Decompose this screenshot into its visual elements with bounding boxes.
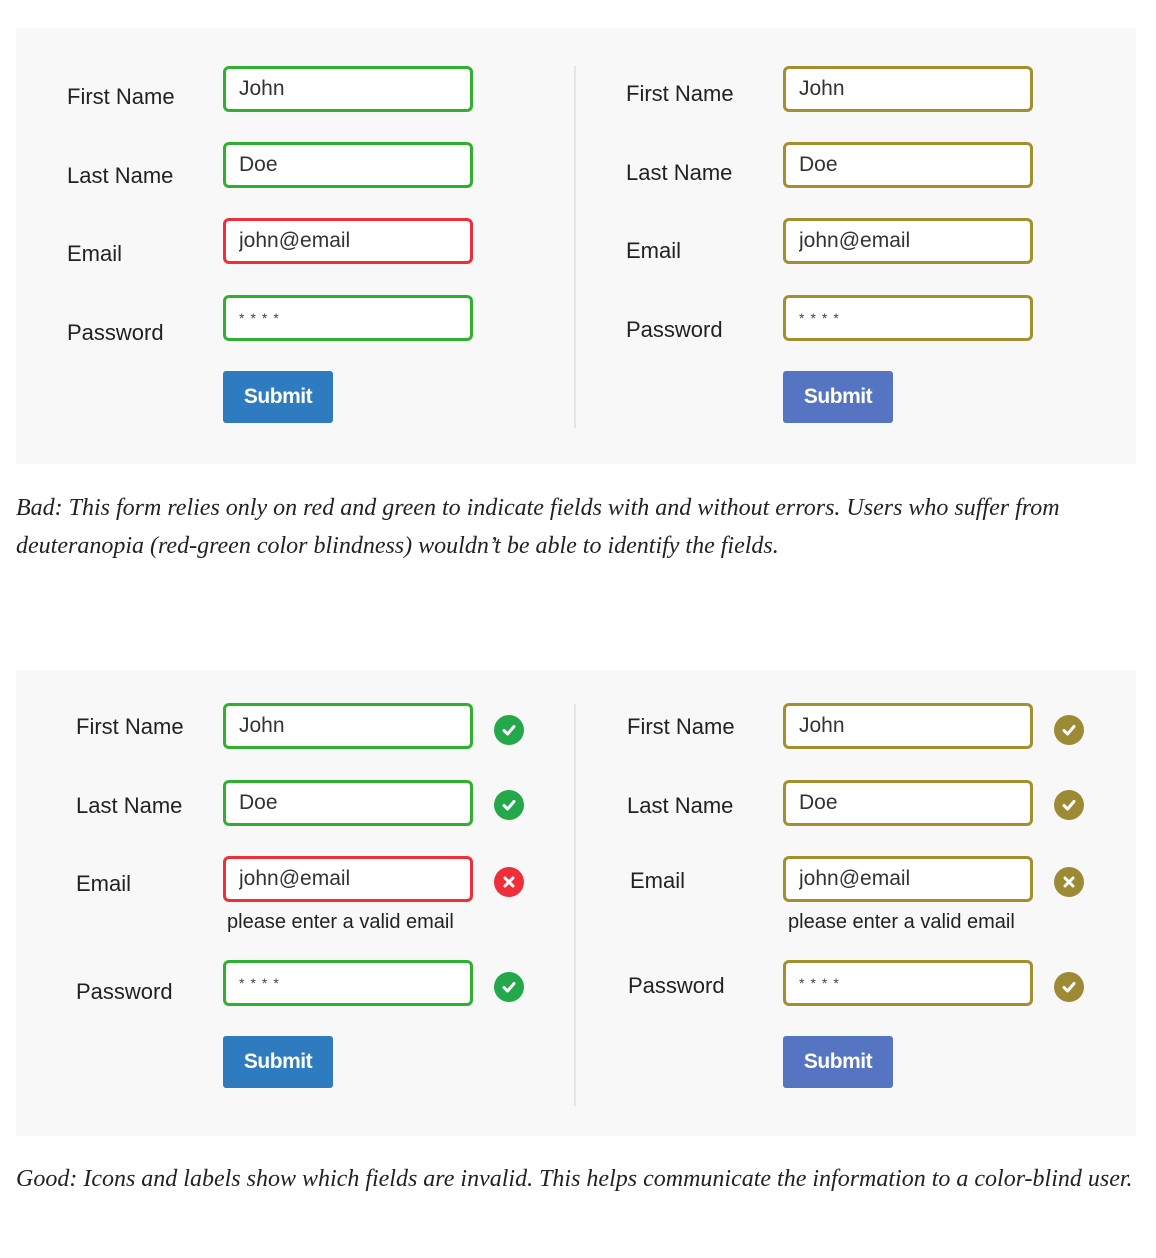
password-field[interactable] — [783, 960, 1033, 1006]
check-circle-icon — [1054, 715, 1084, 745]
panel-divider — [574, 66, 576, 428]
last-name-input[interactable] — [226, 783, 470, 823]
first-name-input[interactable] — [226, 706, 470, 746]
panel-divider — [574, 704, 576, 1106]
last-name-label: Last Name — [67, 163, 174, 188]
email-field[interactable] — [783, 856, 1033, 902]
email-error-message: please enter a valid email — [788, 911, 1015, 933]
first-name-input[interactable] — [226, 69, 470, 109]
password-field[interactable] — [223, 295, 473, 341]
check-circle-icon — [1054, 972, 1084, 1002]
first-name-field[interactable] — [783, 703, 1033, 749]
last-name-input[interactable] — [786, 783, 1030, 823]
check-circle-icon — [494, 790, 524, 820]
first-name-field[interactable] — [783, 66, 1033, 112]
last-name-field[interactable] — [223, 780, 473, 826]
password-input[interactable] — [786, 298, 1030, 338]
last-name-label: Last Name — [627, 793, 734, 818]
password-label: Password — [67, 320, 164, 345]
email-input[interactable] — [786, 221, 1030, 261]
email-field[interactable] — [223, 856, 473, 902]
good-example-panel: First Name Last Name Email please enter … — [16, 670, 1136, 1136]
password-input[interactable] — [226, 963, 470, 1003]
first-name-label: First Name — [627, 714, 735, 739]
password-label: Password — [76, 979, 173, 1004]
first-name-field[interactable] — [223, 703, 473, 749]
email-field[interactable] — [223, 218, 473, 264]
email-label: Email — [630, 868, 686, 893]
password-input[interactable] — [786, 963, 1030, 1003]
check-circle-icon — [494, 715, 524, 745]
password-input[interactable] — [226, 298, 470, 338]
submit-button[interactable]: Submit — [783, 371, 893, 423]
last-name-field[interactable] — [783, 142, 1033, 188]
good-example-caption: Good: Icons and labels show which fields… — [16, 1166, 1133, 1192]
first-name-input[interactable] — [786, 706, 1030, 746]
submit-button[interactable]: Submit — [223, 1036, 333, 1088]
x-circle-icon — [494, 867, 524, 897]
password-label: Password — [626, 317, 723, 342]
bad-example-caption: Bad: This form relies only on red and gr… — [16, 495, 1060, 559]
bad-example-panel: First Name Last Name Email Password Subm… — [16, 28, 1136, 464]
last-name-label: Last Name — [626, 160, 733, 185]
email-field[interactable] — [783, 218, 1033, 264]
last-name-field[interactable] — [783, 780, 1033, 826]
email-input[interactable] — [226, 221, 470, 261]
check-circle-icon — [1054, 790, 1084, 820]
email-label: Email — [67, 241, 123, 266]
email-label: Email — [626, 238, 682, 263]
first-name-label: First Name — [67, 84, 175, 109]
password-field[interactable] — [223, 960, 473, 1006]
first-name-label: First Name — [76, 714, 184, 739]
first-name-label: First Name — [626, 81, 734, 106]
email-input[interactable] — [226, 859, 470, 899]
submit-button[interactable]: Submit — [223, 371, 333, 423]
x-circle-icon — [1054, 867, 1084, 897]
last-name-input[interactable] — [226, 145, 470, 185]
first-name-input[interactable] — [786, 69, 1030, 109]
email-label: Email — [76, 871, 132, 896]
submit-button[interactable]: Submit — [783, 1036, 893, 1088]
email-error-message: please enter a valid email — [227, 911, 454, 933]
last-name-input[interactable] — [786, 145, 1030, 185]
check-circle-icon — [494, 972, 524, 1002]
last-name-label: Last Name — [76, 793, 183, 818]
password-field[interactable] — [783, 295, 1033, 341]
password-label: Password — [628, 973, 725, 998]
first-name-field[interactable] — [223, 66, 473, 112]
last-name-field[interactable] — [223, 142, 473, 188]
email-input[interactable] — [786, 859, 1030, 899]
